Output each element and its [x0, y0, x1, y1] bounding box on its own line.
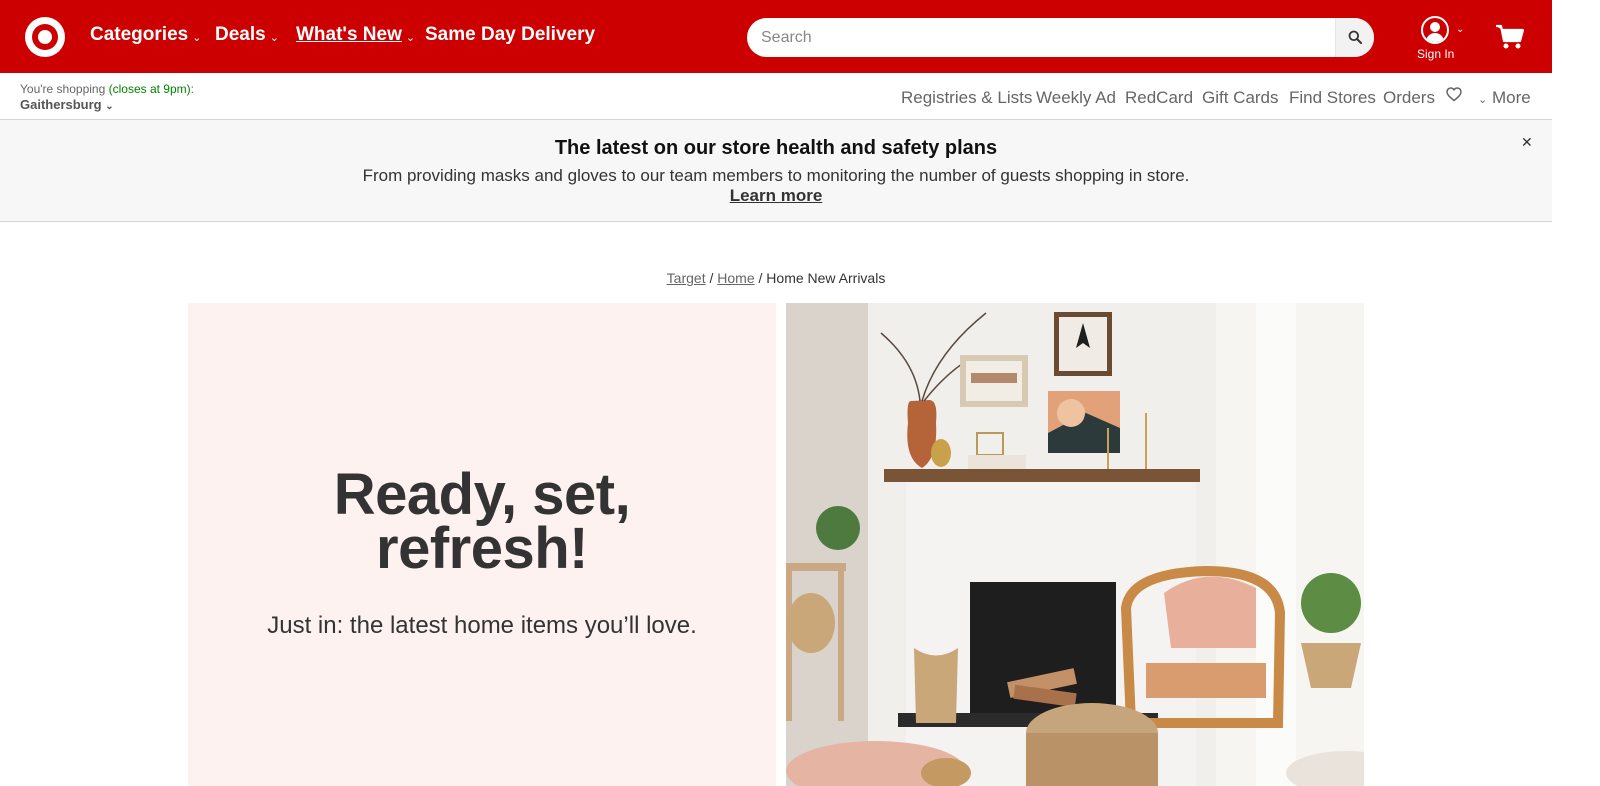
close-icon[interactable]: ✕ — [1521, 134, 1533, 151]
breadcrumb: Target / Home / Home New Arrivals — [0, 270, 1552, 286]
nav-label: Same Day Delivery — [425, 24, 596, 45]
account-icon — [1421, 16, 1449, 44]
nav-label: What's New — [296, 24, 402, 45]
link-registries-lists[interactable]: Registries & Lists — [901, 88, 1032, 108]
colon-separator: : — [190, 82, 194, 96]
utility-bar: You're shopping (closes at 9pm): Gaither… — [0, 73, 1552, 120]
favorites-heart-icon[interactable] — [1446, 87, 1462, 107]
target-logo-icon[interactable] — [25, 17, 65, 57]
nav-categories[interactable]: Categories ⌄ — [90, 24, 201, 46]
store-name: Gaithersburg — [20, 97, 102, 112]
store-selector[interactable]: Gaithersburg ⌄ — [20, 97, 114, 112]
learn-more-link[interactable]: Learn more — [730, 186, 823, 205]
banner-body: From providing masks and gloves to our t… — [362, 166, 1190, 185]
more-menu[interactable]: ⌄ More — [1478, 88, 1531, 108]
chevron-down-icon: ⌄ — [269, 31, 279, 44]
link-orders[interactable]: Orders — [1383, 88, 1435, 108]
hero-headline-line2: refresh! — [376, 516, 588, 581]
top-header: Categories ⌄ Deals ⌄ What's New ⌄ Same D… — [0, 0, 1552, 73]
chevron-down-icon: ⌄ — [1478, 94, 1488, 106]
breadcrumb-link-target[interactable]: Target — [667, 270, 706, 286]
search-bar — [747, 18, 1374, 57]
nav-whats-new[interactable]: What's New ⌄ — [296, 24, 415, 46]
banner-title: The latest on our store health and safet… — [554, 137, 998, 159]
living-room-illustration — [786, 303, 1364, 786]
link-weekly-ad[interactable]: Weekly Ad — [1036, 88, 1116, 108]
chevron-down-icon: ⌄ — [192, 31, 202, 44]
link-find-stores[interactable]: Find Stores — [1289, 88, 1376, 108]
cart-button[interactable] — [1495, 24, 1525, 55]
sign-in-button[interactable]: ⌄ Sign In — [1412, 16, 1465, 62]
safety-banner: The latest on our store health and safet… — [0, 120, 1552, 222]
hero-subtext: Just in: the latest home items you’ll lo… — [267, 612, 697, 639]
nav-same-day-delivery[interactable]: Same Day Delivery — [425, 24, 595, 46]
breadcrumb-link-home[interactable]: Home — [717, 270, 754, 286]
chevron-down-icon: ⌄ — [105, 101, 114, 112]
search-input[interactable] — [761, 27, 1321, 49]
shopping-prefix: You're shopping — [20, 82, 106, 96]
nav-deals[interactable]: Deals ⌄ — [215, 24, 279, 46]
hero-text-panel[interactable]: Ready, set, refresh! Just in: the latest… — [188, 303, 776, 786]
hero-headline: Ready, set, refresh! — [188, 466, 776, 578]
link-gift-cards[interactable]: Gift Cards — [1202, 88, 1279, 108]
banner-link-wrap: Learn more — [0, 186, 1552, 206]
sign-in-label: Sign In — [1417, 47, 1455, 61]
chevron-down-icon: ⌄ — [405, 31, 416, 44]
chevron-down-icon: ⌄ — [1456, 24, 1465, 35]
cart-icon — [1496, 24, 1525, 49]
hero-image[interactable] — [786, 303, 1364, 786]
store-hours: (closes at 9pm) — [108, 82, 191, 96]
nav-label: Deals — [215, 24, 266, 45]
link-redcard[interactable]: RedCard — [1125, 88, 1193, 108]
search-button[interactable] — [1335, 18, 1374, 57]
nav-label: Categories — [90, 24, 189, 45]
store-hours-line: You're shopping (closes at 9pm): — [20, 82, 194, 96]
search-icon — [1348, 30, 1362, 44]
breadcrumb-current: Home New Arrivals — [766, 270, 886, 286]
more-label: More — [1491, 88, 1531, 107]
